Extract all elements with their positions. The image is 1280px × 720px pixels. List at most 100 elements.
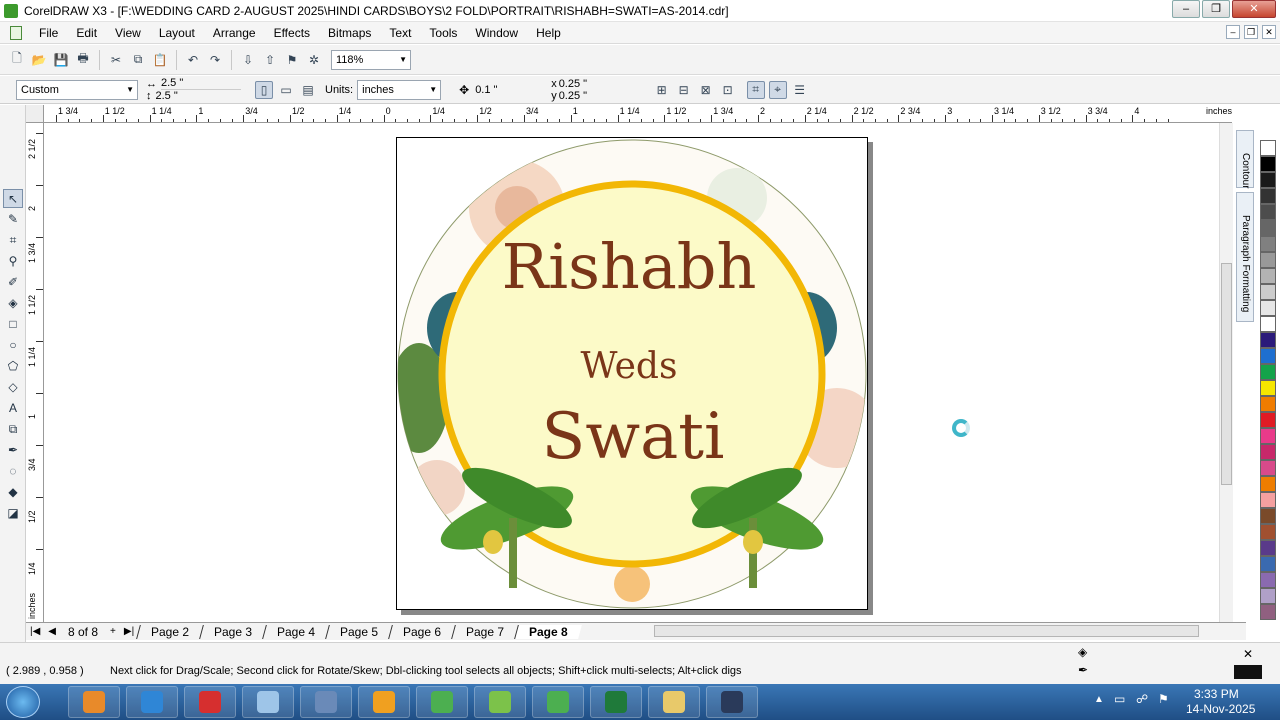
doc-minimize-button[interactable]: – bbox=[1226, 25, 1240, 39]
rectangle-tool-icon[interactable]: □ bbox=[3, 315, 23, 334]
palette-swatch[interactable] bbox=[1260, 540, 1276, 556]
menu-file[interactable]: File bbox=[30, 26, 67, 40]
clock-time[interactable]: 3:33 PM bbox=[1194, 687, 1239, 701]
new-icon[interactable]: 🗋 bbox=[8, 51, 26, 69]
taskbar-corel-app-button[interactable] bbox=[706, 686, 758, 718]
wedding-card-artwork[interactable]: Rishabh Weds Swati bbox=[397, 138, 867, 609]
palette-swatch[interactable] bbox=[1260, 412, 1276, 428]
ruler-origin-corner[interactable] bbox=[26, 105, 44, 123]
welcome-screen-icon[interactable]: ✲ bbox=[305, 51, 323, 69]
dup-x-field[interactable]: 0.25 " bbox=[559, 78, 629, 90]
docker-tab-paragraph-formatting[interactable]: Paragraph Formatting bbox=[1236, 192, 1254, 322]
menu-window[interactable]: Window bbox=[466, 26, 527, 40]
palette-swatch[interactable] bbox=[1260, 220, 1276, 236]
polygon-tool-icon[interactable]: ⬠ bbox=[3, 357, 23, 376]
palette-swatch[interactable] bbox=[1260, 604, 1276, 620]
start-button[interactable] bbox=[6, 686, 40, 718]
paste-icon[interactable]: 📋 bbox=[151, 51, 169, 69]
taskbar-media-player-button[interactable] bbox=[68, 686, 120, 718]
taskbar-explorer-button[interactable] bbox=[648, 686, 700, 718]
palette-swatch[interactable] bbox=[1260, 444, 1276, 460]
interactive-fill-tool-icon[interactable]: ◪ bbox=[3, 504, 23, 523]
horizontal-scrollbar[interactable] bbox=[654, 625, 1199, 637]
vertical-scroll-thumb[interactable] bbox=[1221, 263, 1232, 485]
palette-swatch[interactable] bbox=[1260, 316, 1276, 332]
paper-type-select[interactable]: Custom ▼ bbox=[16, 79, 138, 100]
outline-color-swatch[interactable] bbox=[1234, 665, 1262, 679]
vertical-scrollbar[interactable] bbox=[1219, 123, 1233, 622]
zoom-tool-icon[interactable]: ⚲ bbox=[3, 252, 23, 271]
palette-swatch[interactable] bbox=[1260, 156, 1276, 172]
palette-swatch[interactable] bbox=[1260, 364, 1276, 380]
taskbar-corel-green-button[interactable] bbox=[474, 686, 526, 718]
snap-grid-icon[interactable]: ⊟ bbox=[675, 81, 693, 99]
portrait-button[interactable]: ▯ bbox=[255, 80, 273, 99]
application-launcher-icon[interactable]: ⚑ bbox=[283, 51, 301, 69]
action-center-icon[interactable]: ▭ bbox=[1114, 692, 1125, 706]
network-icon[interactable]: ☍ bbox=[1136, 692, 1148, 706]
document-icon[interactable] bbox=[10, 25, 22, 40]
import-icon[interactable]: ⇩ bbox=[239, 51, 257, 69]
menu-edit[interactable]: Edit bbox=[67, 26, 106, 40]
snap-objects-icon[interactable]: ⊡ bbox=[719, 81, 737, 99]
first-page-button[interactable]: |◀ bbox=[26, 626, 44, 637]
shape-tool-icon[interactable]: ✎ bbox=[3, 210, 23, 229]
taskbar-excel-button[interactable] bbox=[590, 686, 642, 718]
print-icon[interactable]: 🖶 bbox=[74, 51, 92, 69]
palette-swatch[interactable] bbox=[1260, 572, 1276, 588]
palette-swatch[interactable] bbox=[1260, 380, 1276, 396]
restore-button[interactable]: ❐ bbox=[1202, 0, 1230, 18]
menu-view[interactable]: View bbox=[106, 26, 150, 40]
taskbar-corel-draw-button[interactable] bbox=[532, 686, 584, 718]
taskbar-search-button[interactable] bbox=[358, 686, 410, 718]
doc-restore-button[interactable]: ❐ bbox=[1244, 25, 1258, 39]
vertical-ruler[interactable]: 2 1/2 2 1 3/4 1 1/2 1 1/4 1 3/4 1/2 1/4 inches bbox=[26, 123, 44, 623]
taskbar-paint-button[interactable] bbox=[242, 686, 294, 718]
flag-icon[interactable]: ⚑ bbox=[1158, 692, 1169, 706]
dynamic-guides-icon[interactable]: ⌗ bbox=[746, 80, 765, 99]
edit-across-layers-icon[interactable]: ⌖ bbox=[768, 80, 787, 99]
docker-tab-contour[interactable]: Contour bbox=[1236, 130, 1254, 189]
palette-swatch[interactable] bbox=[1260, 172, 1276, 188]
last-page-button[interactable]: ▶| bbox=[120, 626, 138, 637]
palette-swatch[interactable] bbox=[1260, 300, 1276, 316]
palette-swatch[interactable] bbox=[1260, 140, 1276, 156]
doc-close-button[interactable]: ✕ bbox=[1262, 25, 1276, 39]
redo-icon[interactable]: ↷ bbox=[206, 51, 224, 69]
undo-icon[interactable]: ↶ bbox=[184, 51, 202, 69]
menu-tools[interactable]: Tools bbox=[420, 26, 466, 40]
taskbar-winamp-button[interactable] bbox=[300, 686, 352, 718]
previous-page-button[interactable]: ◀ bbox=[44, 626, 60, 637]
copy-icon[interactable]: ⧉ bbox=[129, 51, 147, 69]
menu-effects[interactable]: Effects bbox=[265, 26, 319, 40]
palette-swatch[interactable] bbox=[1260, 252, 1276, 268]
palette-swatch[interactable] bbox=[1260, 524, 1276, 540]
menu-arrange[interactable]: Arrange bbox=[204, 26, 265, 40]
page-height-field[interactable]: 2.5 " bbox=[156, 90, 236, 102]
save-icon[interactable]: 💾 bbox=[52, 51, 70, 69]
palette-swatch[interactable] bbox=[1260, 588, 1276, 604]
menu-layout[interactable]: Layout bbox=[150, 26, 204, 40]
palette-swatch[interactable] bbox=[1260, 204, 1276, 220]
no-fill-swatch-icon[interactable]: ✕ bbox=[1236, 647, 1260, 661]
show-hidden-icons[interactable]: ▲ bbox=[1094, 694, 1104, 705]
open-icon[interactable]: 📂 bbox=[30, 51, 48, 69]
all-pages-button[interactable]: ▤ bbox=[299, 81, 317, 99]
outline-tool-icon[interactable]: ◌ bbox=[3, 462, 23, 481]
horizontal-ruler[interactable]: 1 3/4 1 1/2 1 1/4 1 3/4 1/2 1/4 0 1/4 1/2 3/4 1 1 1/… bbox=[44, 105, 1232, 123]
palette-swatch[interactable] bbox=[1260, 396, 1276, 412]
text-tool-icon[interactable]: A bbox=[3, 399, 23, 418]
landscape-button[interactable]: ▭ bbox=[277, 81, 295, 99]
palette-swatch[interactable] bbox=[1260, 348, 1276, 364]
palette-swatch[interactable] bbox=[1260, 236, 1276, 252]
tab-page-4[interactable]: Page 4 bbox=[262, 624, 330, 639]
tab-page-8[interactable]: Page 8 bbox=[514, 624, 583, 639]
tab-page-5[interactable]: Page 5 bbox=[325, 624, 393, 639]
palette-swatch[interactable] bbox=[1260, 492, 1276, 508]
clock-date[interactable]: 14-Nov-2025 bbox=[1186, 702, 1255, 716]
page-width-field[interactable]: 2.5 " bbox=[161, 77, 241, 90]
treat-as-filled-icon[interactable]: ⊞ bbox=[653, 81, 671, 99]
freehand-tool-icon[interactable]: ✐ bbox=[3, 273, 23, 292]
palette-swatch[interactable] bbox=[1260, 556, 1276, 572]
drawing-canvas[interactable]: Rishabh Weds Swati bbox=[44, 123, 1220, 622]
